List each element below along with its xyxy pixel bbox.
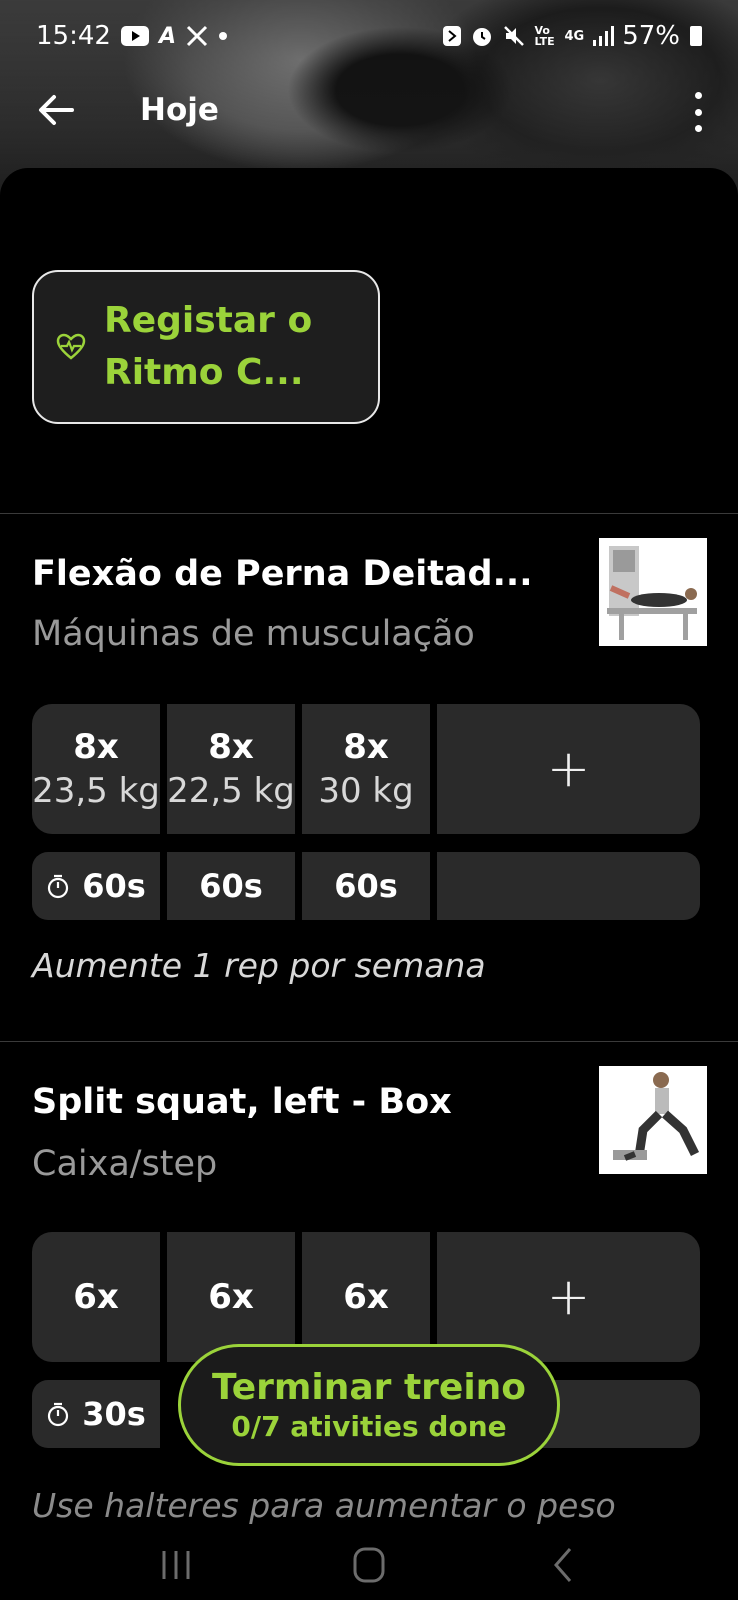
set-cell[interactable]: 8x 30 kg <box>302 704 430 834</box>
more-options-icon[interactable] <box>690 92 706 132</box>
divider <box>0 1041 738 1042</box>
add-set-button[interactable]: + <box>437 704 700 834</box>
set-reps: 6x <box>73 1277 119 1317</box>
finish-workout-progress: 0/7 ativities done <box>231 1410 507 1443</box>
rest-cell[interactable]: 60s <box>302 852 430 920</box>
set-weight: 23,5 kg <box>32 771 160 811</box>
exercise-note: Aumente 1 rep por semana <box>32 946 486 985</box>
set-reps: 6x <box>343 1277 389 1317</box>
status-bar: 15:42 A Vo LTE 4G 57% <box>0 0 738 72</box>
set-cell[interactable]: 6x <box>302 1232 430 1362</box>
exercise-thumbnail[interactable] <box>599 1066 707 1174</box>
rest-cell[interactable]: 60s <box>32 852 160 920</box>
set-weight: 30 kg <box>318 771 414 811</box>
rest-cell[interactable]: 30s <box>32 1380 160 1448</box>
battery-icon <box>690 26 702 46</box>
finish-workout-button[interactable]: Terminar treino 0/7 ativities done <box>178 1344 560 1466</box>
rest-cell-empty <box>437 852 700 920</box>
nfc-icon <box>443 26 462 46</box>
exercise-equipment: Caixa/step <box>32 1144 218 1184</box>
x-icon <box>186 25 208 47</box>
page-title: Hoje <box>140 92 219 128</box>
divider <box>0 513 738 514</box>
home-icon[interactable] <box>339 1545 399 1585</box>
set-reps: 6x <box>208 1277 254 1317</box>
finish-workout-title: Terminar treino <box>211 1367 527 1408</box>
system-navigation-bar <box>0 1530 738 1600</box>
volte-icon: Vo LTE <box>534 24 555 48</box>
exercise-note-text: Use halteres para aumentar o peso <box>32 1486 616 1525</box>
4g-icon: 4G <box>564 28 585 44</box>
set-cell[interactable]: 8x 22,5 kg <box>167 704 295 834</box>
register-heart-rate-label: Registar o Ritmo C... <box>104 300 313 393</box>
rest-time: 60s <box>82 867 146 905</box>
timer-icon <box>48 1402 69 1427</box>
rest-time: 30s <box>82 1395 146 1433</box>
exercise-title[interactable]: Flexão de Perna Deitad... <box>32 554 533 594</box>
recent-apps-icon[interactable] <box>146 1545 206 1585</box>
rest-time: 60s <box>334 867 398 905</box>
dot-icon <box>218 32 227 40</box>
app-bar: Hoje <box>0 72 738 152</box>
back-nav-icon[interactable] <box>532 1545 592 1585</box>
register-heart-rate-button[interactable]: Registar o Ritmo C... <box>32 270 380 424</box>
exercise-equipment: Máquinas de musculação <box>32 614 475 654</box>
mute-icon <box>504 26 525 46</box>
back-arrow-icon[interactable] <box>36 90 76 130</box>
exercise-thumbnail[interactable] <box>599 538 707 646</box>
heart-rate-icon <box>56 333 86 360</box>
timer-icon <box>48 874 69 899</box>
signal-icon <box>593 26 615 46</box>
set-cell[interactable]: 6x <box>32 1232 160 1362</box>
plus-icon: + <box>546 1267 591 1327</box>
set-cell[interactable]: 6x <box>167 1232 295 1362</box>
set-reps: 8x <box>343 727 389 767</box>
a-icon: A <box>158 23 176 49</box>
youtube-icon <box>120 26 149 46</box>
rest-time: 60s <box>199 867 263 905</box>
status-time: 15:42 <box>36 21 111 51</box>
set-cell[interactable]: 8x 23,5 kg <box>32 704 160 834</box>
exercise-title[interactable]: Split squat, left - Box <box>32 1082 452 1122</box>
set-weight: 22,5 kg <box>167 771 295 811</box>
add-set-button[interactable]: + <box>437 1232 700 1362</box>
exercise-note: Use halteres para aumentar o peso <box>32 1478 672 1534</box>
set-reps: 8x <box>208 727 254 767</box>
plus-icon: + <box>546 739 591 799</box>
alarm-icon <box>473 28 492 46</box>
battery-percent: 57% <box>622 21 680 51</box>
set-reps: 8x <box>73 727 119 767</box>
rest-cell[interactable]: 60s <box>167 852 295 920</box>
